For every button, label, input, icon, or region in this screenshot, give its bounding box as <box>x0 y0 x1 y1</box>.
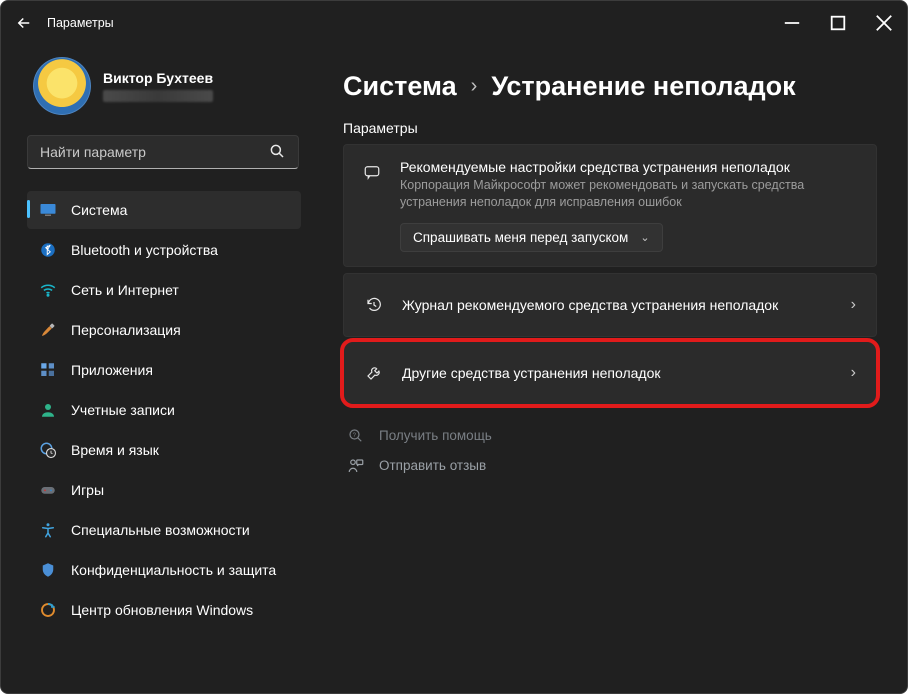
search-placeholder: Найти параметр <box>40 144 146 160</box>
sidebar-item-bluetooth[interactable]: Bluetooth и устройства <box>27 231 301 269</box>
sidebar-item-label: Персонализация <box>71 322 181 338</box>
row-label: Другие средства устранения неполадок <box>402 365 833 381</box>
history-icon <box>364 296 384 314</box>
sidebar-item-personalization[interactable]: Персонализация <box>27 311 301 349</box>
user-profile[interactable]: Виктор Бухтеев <box>27 57 301 115</box>
chevron-right-icon: › <box>851 364 856 382</box>
sidebar-item-apps[interactable]: Приложения <box>27 351 301 389</box>
gamepad-icon <box>39 481 57 499</box>
settings-window: Параметры Виктор Бухтеев Найти параметр <box>0 0 908 694</box>
accessibility-icon <box>39 521 57 539</box>
sidebar-item-label: Bluetooth и устройства <box>71 242 218 258</box>
sidebar-item-label: Сеть и Интернет <box>71 282 179 298</box>
sidebar-item-label: Специальные возможности <box>71 522 250 538</box>
wrench-icon <box>364 364 384 382</box>
section-label: Параметры <box>343 120 877 136</box>
globe-clock-icon <box>39 441 57 459</box>
sidebar-item-privacy[interactable]: Конфиденциальность и защита <box>27 551 301 589</box>
minimize-button[interactable] <box>769 7 815 39</box>
apps-icon <box>39 361 57 379</box>
main-content: Система › Устранение неполадок Параметры… <box>309 45 907 693</box>
sidebar-item-label: Приложения <box>71 362 153 378</box>
sidebar-item-time-language[interactable]: Время и язык <box>27 431 301 469</box>
sidebar-item-network[interactable]: Сеть и Интернет <box>27 271 301 309</box>
sidebar-item-label: Центр обновления Windows <box>71 602 253 618</box>
chevron-right-icon: › <box>471 75 478 98</box>
feedback-label: Отправить отзыв <box>379 458 486 473</box>
update-icon <box>39 601 57 619</box>
chevron-down-icon: ⌄ <box>640 231 649 244</box>
titlebar: Параметры <box>1 1 907 45</box>
history-row[interactable]: Журнал рекомендуемого средства устранени… <box>343 273 877 337</box>
close-button[interactable] <box>861 7 907 39</box>
search-icon <box>268 142 286 163</box>
row-label: Журнал рекомендуемого средства устранени… <box>402 297 833 313</box>
person-icon <box>39 401 57 419</box>
recommended-title: Рекомендуемые настройки средства устране… <box>400 159 858 175</box>
sidebar-item-label: Учетные записи <box>71 402 175 418</box>
sidebar-item-system[interactable]: Система <box>27 191 301 229</box>
sidebar-item-label: Конфиденциальность и защита <box>71 562 276 578</box>
sidebar-item-windows-update[interactable]: Центр обновления Windows <box>27 591 301 629</box>
help-icon: ? <box>347 427 365 445</box>
breadcrumb-current: Устранение неполадок <box>491 71 795 102</box>
user-name: Виктор Бухтеев <box>103 70 213 86</box>
nav: Система Bluetooth и устройства Сеть и Ин… <box>27 191 301 629</box>
sidebar-item-label: Система <box>71 202 127 218</box>
sidebar-item-label: Игры <box>71 482 104 498</box>
bluetooth-icon <box>39 241 57 259</box>
maximize-button[interactable] <box>815 7 861 39</box>
sidebar: Виктор Бухтеев Найти параметр Система Bl… <box>1 45 309 693</box>
wifi-icon <box>39 281 57 299</box>
dropdown-value: Спрашивать меня перед запуском <box>413 230 628 245</box>
help-label: Получить помощь <box>379 428 492 443</box>
other-troubleshooters-row[interactable]: Другие средства устранения неполадок › <box>343 341 877 405</box>
get-help-link[interactable]: ? Получить помощь <box>347 427 877 445</box>
chat-icon <box>362 163 382 181</box>
feedback-link[interactable]: Отправить отзыв <box>347 457 877 475</box>
chevron-right-icon: › <box>851 296 856 314</box>
recommended-dropdown[interactable]: Спрашивать меня перед запуском ⌄ <box>400 223 663 252</box>
recommended-settings-card: Рекомендуемые настройки средства устране… <box>343 144 877 267</box>
sidebar-item-accessibility[interactable]: Специальные возможности <box>27 511 301 549</box>
breadcrumb-root[interactable]: Система <box>343 71 457 102</box>
breadcrumb: Система › Устранение неполадок <box>343 71 877 102</box>
svg-text:?: ? <box>353 433 357 439</box>
sidebar-item-accounts[interactable]: Учетные записи <box>27 391 301 429</box>
sidebar-item-gaming[interactable]: Игры <box>27 471 301 509</box>
system-icon <box>39 201 57 219</box>
user-email-blurred <box>103 90 213 102</box>
window-title: Параметры <box>47 16 114 30</box>
search-input[interactable]: Найти параметр <box>27 135 299 169</box>
back-button[interactable] <box>15 14 33 32</box>
shield-icon <box>39 561 57 579</box>
avatar <box>33 57 91 115</box>
paintbrush-icon <box>39 321 57 339</box>
feedback-icon <box>347 457 365 475</box>
recommended-sub: Корпорация Майкрософт может рекомендоват… <box>400 177 858 211</box>
sidebar-item-label: Время и язык <box>71 442 159 458</box>
